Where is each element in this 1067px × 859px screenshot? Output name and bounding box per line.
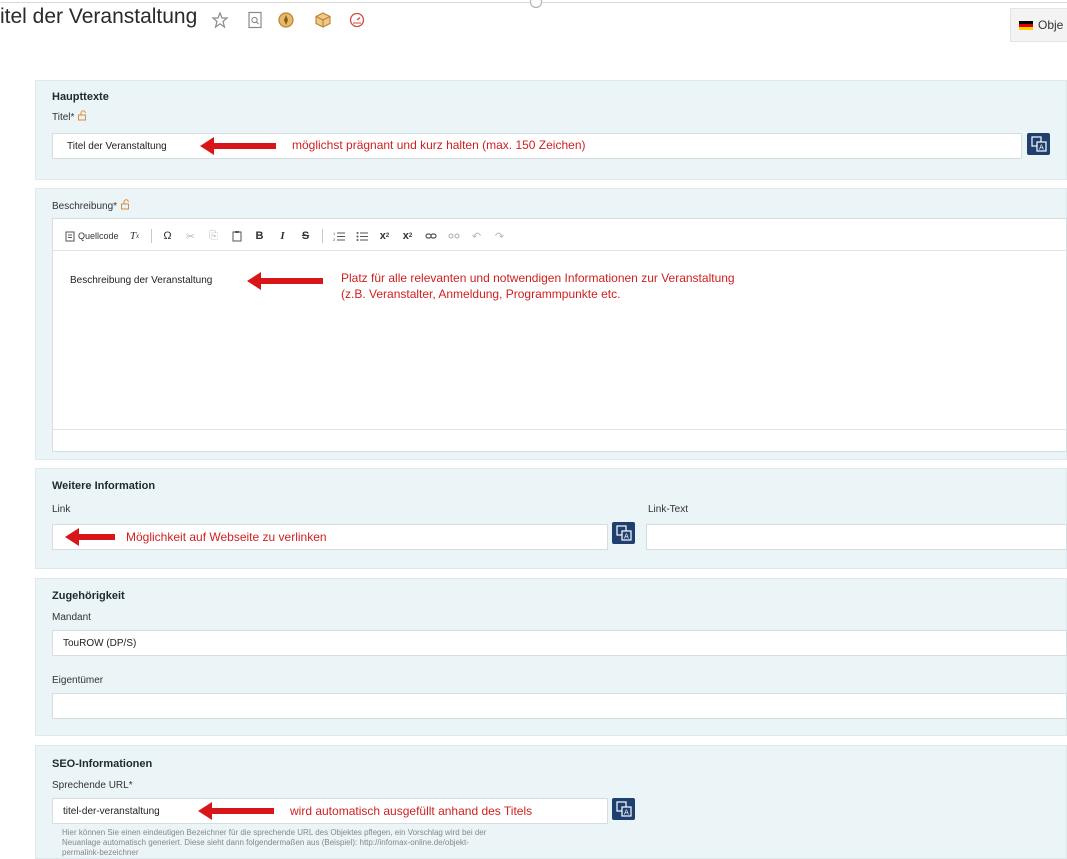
link-button[interactable]: [424, 228, 438, 244]
toolbar-divider: [53, 250, 1066, 251]
ordered-list-icon: 12: [333, 231, 345, 242]
language-label: Obje: [1038, 18, 1064, 32]
annotation-arrow-description: [247, 272, 323, 290]
annotation-arrow-seo: [198, 802, 274, 820]
description-label: Beschreibung*: [52, 199, 131, 212]
seo-hint-line: permalink-bezeichner: [62, 848, 139, 857]
panel-weitere-information: [35, 468, 1067, 569]
remove-format-button[interactable]: Tx: [128, 228, 142, 244]
svg-text:A: A: [624, 809, 629, 817]
superscript-button[interactable]: x2: [401, 228, 415, 244]
annotation-link-note: Möglichkeit auf Webseite zu verlinken: [126, 530, 327, 544]
editor-toolbar: Quellcode Tx Ω ✂ ⎘ B I S 12 x2 x2 ↶ ↷: [65, 228, 516, 244]
svg-text:1: 1: [333, 231, 336, 236]
gauge-icon[interactable]: [347, 10, 367, 30]
language-selector[interactable]: Obje: [1010, 8, 1067, 42]
copy-button[interactable]: ⎘: [207, 228, 221, 244]
section-title-seo: SEO-Informationen: [52, 758, 153, 770]
owner-select[interactable]: [52, 693, 1067, 719]
drag-handle-icon[interactable]: [530, 0, 542, 8]
section-title-haupttexte: Haupttexte: [52, 91, 109, 103]
unlink-icon: [447, 233, 460, 239]
ordered-list-button[interactable]: 12: [332, 228, 346, 244]
section-title-zugehoerigkeit: Zugehörigkeit: [52, 590, 125, 602]
annotation-description-note-1: Platz für alle relevanten und notwendige…: [341, 271, 735, 285]
package-icon[interactable]: [313, 10, 333, 30]
source-icon: [65, 231, 75, 241]
unlock-icon[interactable]: [77, 110, 88, 121]
italic-button[interactable]: I: [276, 228, 290, 244]
toolbar-separator: [150, 229, 152, 243]
search-doc-icon[interactable]: [245, 10, 265, 30]
undo-button[interactable]: ↶: [470, 228, 484, 244]
editor-statusbar-divider: [53, 429, 1066, 430]
mandant-label: Mandant: [52, 612, 91, 623]
redo-button[interactable]: ↷: [493, 228, 507, 244]
subscript-button[interactable]: x2: [378, 228, 392, 244]
seo-url-label: Sprechende URL*: [52, 780, 133, 791]
section-title-weitere: Weitere Information: [52, 480, 156, 492]
bold-button[interactable]: B: [253, 228, 267, 244]
translate-icon: A: [615, 801, 632, 817]
source-code-button[interactable]: Quellcode: [65, 228, 119, 244]
title-label: Titel*: [52, 110, 88, 123]
description-content[interactable]: Beschreibung der Veranstaltung: [70, 275, 212, 286]
panel-haupttexte: [35, 80, 1067, 180]
unlock-icon[interactable]: [120, 199, 131, 210]
seo-hint-line: Neuanlage automatisch generiert. Diese s…: [62, 838, 469, 847]
link-label: Link: [52, 504, 71, 515]
link-text-input[interactable]: [646, 524, 1067, 550]
strikethrough-button[interactable]: S: [299, 228, 313, 244]
annotation-arrow-link: [65, 528, 115, 546]
annotation-seo-note: wird automatisch ausgefüllt anhand des T…: [290, 804, 533, 818]
seo-hint-line: Hier können Sie einen eindeutigen Bezeic…: [62, 828, 487, 837]
translate-button-title[interactable]: A: [1027, 133, 1050, 155]
annotation-description-note-2: (z.B. Veranstalter, Anmeldung, Programmp…: [341, 287, 621, 301]
translate-icon: A: [615, 525, 632, 541]
link-text-label: Link-Text: [648, 504, 689, 515]
cut-button[interactable]: ✂: [184, 228, 198, 244]
toolbar-separator: [321, 229, 323, 243]
svg-text:A: A: [624, 533, 629, 541]
paste-icon: [232, 231, 242, 242]
link-icon: [424, 233, 437, 239]
german-flag-icon: [1019, 20, 1033, 30]
page-title: itel der Veranstaltung: [0, 5, 198, 28]
bullet-list-button[interactable]: [355, 228, 369, 244]
svg-text:2: 2: [333, 237, 336, 242]
star-icon[interactable]: [210, 10, 230, 30]
mandant-select[interactable]: TouROW (DP/S): [52, 630, 1067, 656]
compass-icon[interactable]: [276, 10, 296, 30]
annotation-title-note: möglichst prägnant und kurz halten (max.…: [292, 138, 586, 152]
seo-hint: Hier können Sie einen eindeutigen Bezeic…: [62, 828, 622, 858]
rich-text-editor: [52, 218, 1067, 452]
owner-label: Eigentümer: [52, 675, 104, 686]
special-char-button[interactable]: Ω: [161, 228, 175, 244]
unlink-button[interactable]: [447, 228, 461, 244]
translate-button-seo[interactable]: A: [612, 798, 635, 820]
translate-button-link[interactable]: A: [612, 522, 635, 544]
translate-icon: A: [1030, 136, 1047, 152]
bullet-list-icon: [356, 231, 368, 241]
annotation-arrow-title: [200, 137, 276, 155]
paste-button[interactable]: [230, 228, 244, 244]
svg-text:A: A: [1039, 144, 1044, 152]
